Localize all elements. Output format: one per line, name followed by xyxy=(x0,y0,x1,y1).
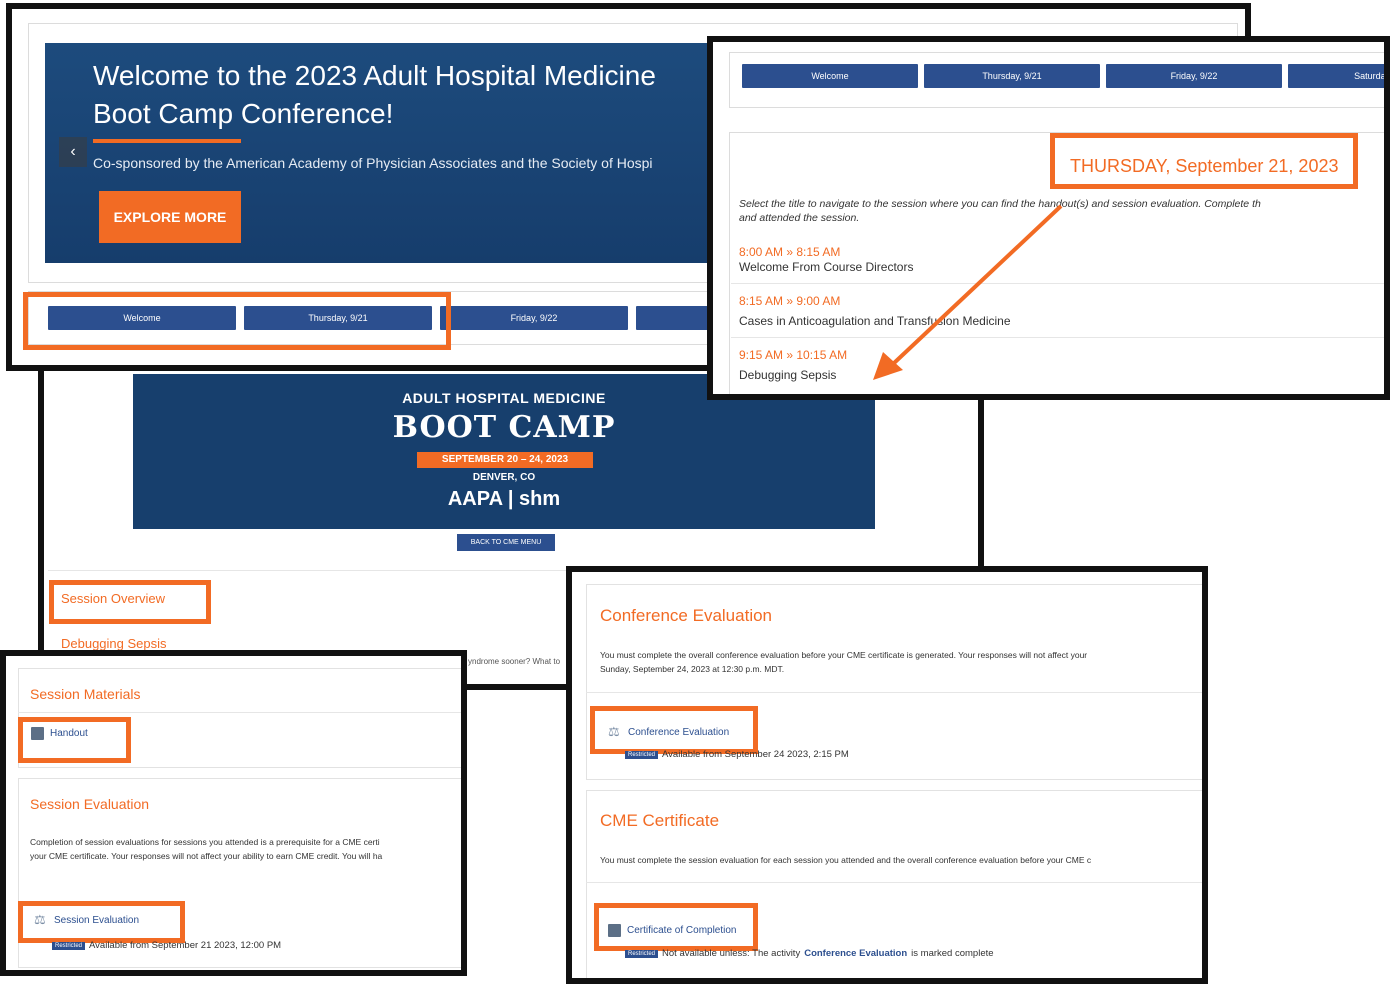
highlight-handout xyxy=(18,717,131,763)
highlight-session-overview xyxy=(49,580,211,624)
conf-eval-text-line2: Sunday, September 24, 2023 at 12:30 p.m.… xyxy=(600,664,785,674)
divider xyxy=(18,712,461,713)
availability-text: Available from September 21 2023, 12:00 … xyxy=(89,940,282,951)
banner-dates: SEPTEMBER 20 – 24, 2023 xyxy=(417,452,593,468)
back-to-cme-menu-button[interactable]: BACK TO CME MENU xyxy=(457,534,555,551)
explore-more-button[interactable]: EXPLORE MORE xyxy=(99,191,241,243)
restricted-badge: Restricted xyxy=(52,941,86,950)
hero-accent-rule xyxy=(93,139,241,143)
hero-title-line1: Welcome to the 2023 Adult Hospital Medic… xyxy=(93,60,656,91)
session-evaluation-heading: Session Evaluation xyxy=(30,796,150,812)
tab-friday[interactable]: Friday, 9/22 xyxy=(440,306,628,330)
session-name: Debugging Sepsis xyxy=(61,636,167,651)
conference-evaluation-panel: Conference Evaluation You must complete … xyxy=(566,566,1208,984)
divider xyxy=(586,692,1202,693)
hero-subtitle: Co-sponsored by the American Academy of … xyxy=(93,155,653,171)
restriction-prefix: Not available unless: The activity xyxy=(662,948,801,959)
evaluation-availability: Restricted Available from September 21 2… xyxy=(52,940,281,951)
carousel-prev-button[interactable]: ‹ xyxy=(59,137,87,167)
hero-banner: Welcome to the 2023 Adult Hospital Medic… xyxy=(45,43,725,263)
hero-title: Welcome to the 2023 Adult Hospital Medic… xyxy=(93,57,656,133)
highlight-certificate xyxy=(594,903,758,951)
conference-availability-text: Available from September 24 2023, 2:15 P… xyxy=(662,749,849,760)
highlight-conference-evaluation xyxy=(590,706,758,754)
conference-availability: Restricted Available from September 24 2… xyxy=(625,749,849,760)
evaluation-text-line2: your CME certificate. Your responses wil… xyxy=(30,851,383,861)
certificate-restriction: Restricted Not available unless: The act… xyxy=(625,948,994,959)
restricted-badge: Restricted xyxy=(625,949,659,958)
hero-title-line2: Boot Camp Conference! xyxy=(93,98,394,129)
session-materials-panel: Session Materials Handout Session Evalua… xyxy=(0,650,467,976)
restricted-badge: Restricted xyxy=(625,750,659,759)
highlight-session-evaluation xyxy=(18,901,185,943)
cme-certificate-heading: CME Certificate xyxy=(600,811,720,830)
banner-location: DENVER, CO xyxy=(472,472,536,483)
session-overview-text: yndrome sooner? What to xyxy=(468,657,561,666)
cme-text: You must complete the session evaluation… xyxy=(600,855,1092,865)
evaluation-text-line1: Completion of session evaluations for se… xyxy=(30,837,380,847)
conference-evaluation-heading: Conference Evaluation xyxy=(600,606,773,625)
thursday-page-panel: Welcome Thursday, 9/21 Friday, 9/22 Satu… xyxy=(707,36,1390,400)
restriction-suffix: is marked complete xyxy=(911,948,994,959)
sponsor-logos: AAPA | shm xyxy=(447,488,561,510)
highlight-tabs xyxy=(23,292,451,350)
restriction-activity-link[interactable]: Conference Evaluation xyxy=(804,948,907,959)
divider xyxy=(48,570,568,571)
session-materials-heading: Session Materials xyxy=(30,686,141,702)
pointer-arrow xyxy=(873,204,1063,380)
chevron-left-icon: ‹ xyxy=(70,143,76,160)
conf-eval-text-line1: You must complete the overall conference… xyxy=(600,650,1088,660)
banner-line2: BOOT CAMP xyxy=(392,410,616,445)
divider xyxy=(586,882,1202,883)
